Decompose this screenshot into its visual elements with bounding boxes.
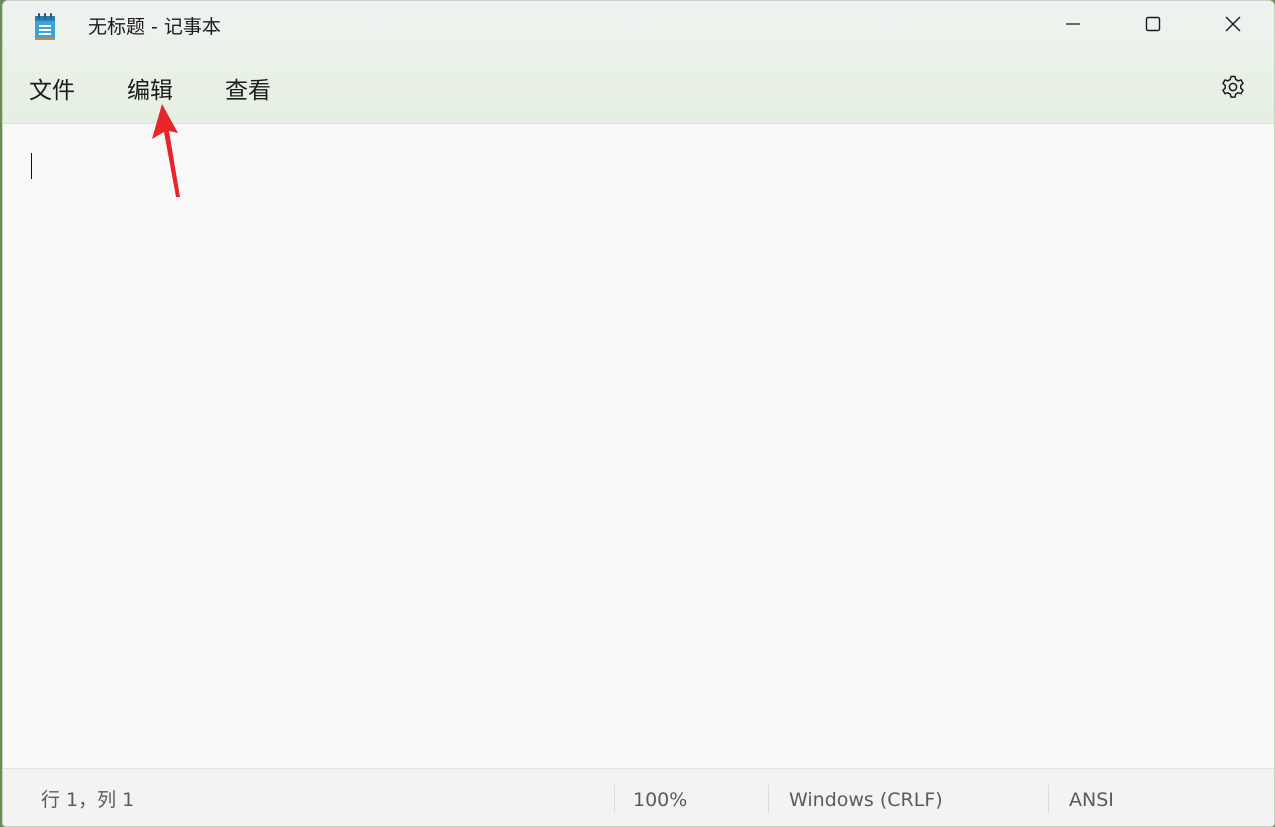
settings-button[interactable]	[1215, 71, 1251, 107]
close-button[interactable]	[1193, 1, 1273, 51]
text-encoding: ANSI	[1069, 789, 1114, 811]
close-icon	[1225, 16, 1241, 36]
menu-file[interactable]: 文件	[25, 75, 79, 107]
menu-edit[interactable]: 编辑	[123, 75, 177, 107]
window-title: 无标题 - 记事本	[88, 16, 221, 38]
title-menu-area: 无标题 - 记事本 文件 编辑 查看	[3, 1, 1274, 124]
gear-icon	[1220, 74, 1246, 104]
cursor-position: 行 1，列 1	[41, 789, 135, 811]
maximize-button[interactable]	[1113, 1, 1193, 51]
minimize-icon	[1065, 16, 1081, 36]
maximize-icon	[1145, 16, 1161, 36]
status-separator	[1048, 785, 1049, 813]
notepad-icon	[34, 13, 56, 41]
status-separator	[614, 785, 615, 813]
status-bar: 行 1，列 1 100% Windows (CRLF) ANSI	[3, 768, 1274, 826]
menu-bar: 文件 编辑 查看	[3, 65, 1274, 117]
zoom-level: 100%	[633, 789, 688, 811]
line-ending: Windows (CRLF)	[789, 789, 943, 811]
minimize-button[interactable]	[1033, 1, 1113, 51]
status-separator	[768, 785, 769, 813]
notepad-window: 无标题 - 记事本 文件 编辑 查看 行 1，列 1 100% Windows …	[2, 0, 1275, 827]
text-editor[interactable]	[3, 124, 1274, 768]
text-caret	[31, 153, 32, 179]
title-bar[interactable]: 无标题 - 记事本	[3, 1, 1274, 53]
menu-view[interactable]: 查看	[221, 75, 275, 107]
